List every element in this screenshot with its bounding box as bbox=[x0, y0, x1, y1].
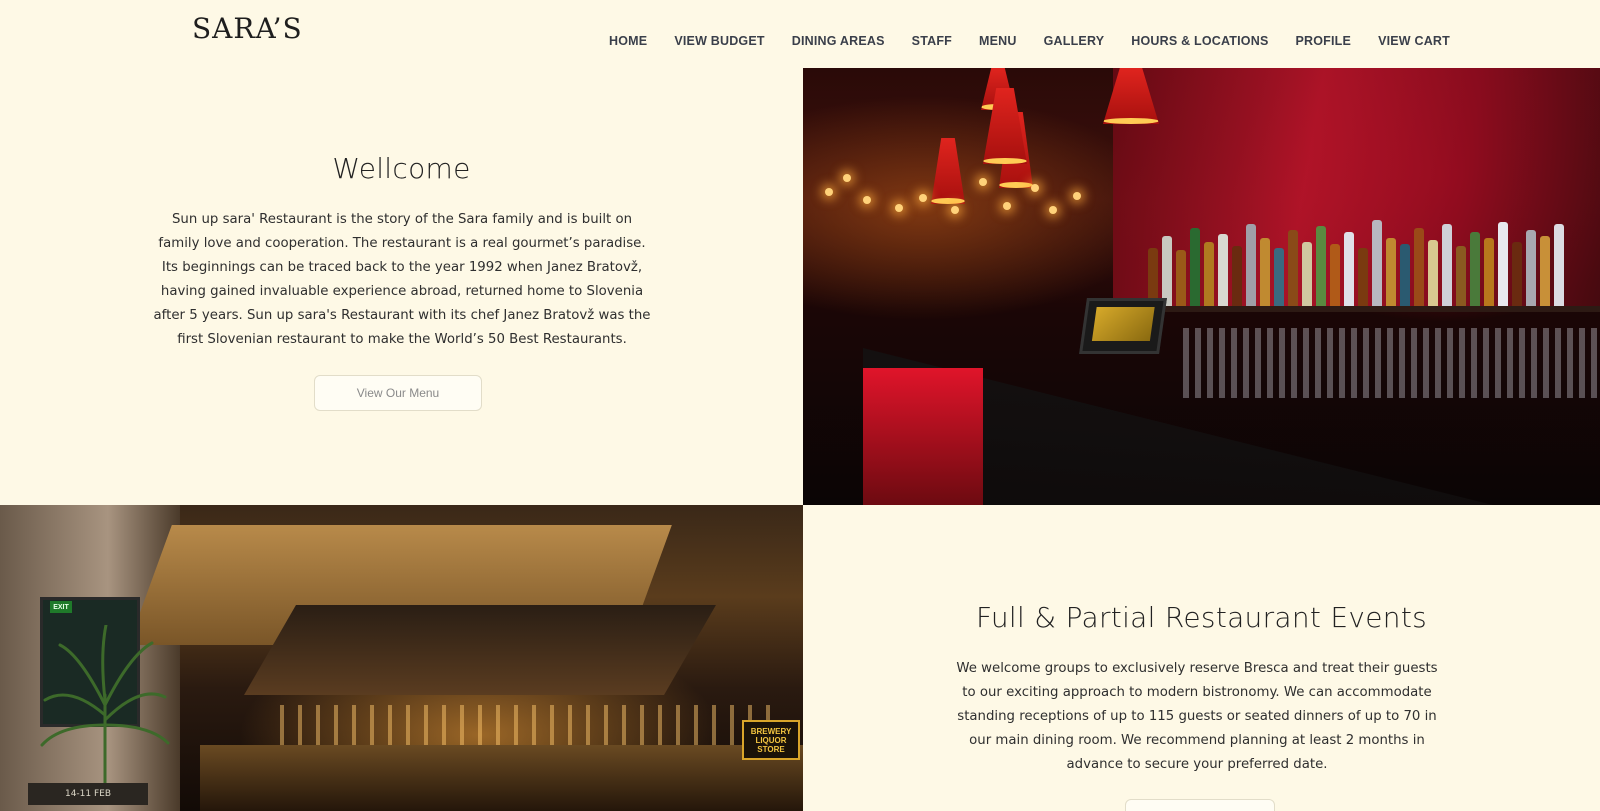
site-header: SARA’S HOME VIEW BUDGET DINING AREAS STA… bbox=[0, 0, 1600, 68]
welcome-text: Sun up sara' Restaurant is the story of … bbox=[153, 212, 651, 347]
bottle bbox=[1344, 232, 1354, 308]
bottle bbox=[1176, 250, 1186, 308]
view-menu-button[interactable]: View Our Menu bbox=[314, 375, 482, 411]
plant-icon bbox=[40, 625, 170, 785]
bottle bbox=[1526, 230, 1536, 308]
bottle-shelf bbox=[1148, 218, 1600, 308]
hanging-bulb bbox=[843, 174, 851, 182]
brewery-liquor-sign: BREWERY LIQUOR STORE bbox=[742, 720, 800, 760]
nav-menu[interactable]: MENU bbox=[979, 34, 1017, 48]
exit-sign: EXIT bbox=[50, 601, 72, 613]
events-button[interactable] bbox=[1125, 799, 1275, 811]
nav-gallery[interactable]: GALLERY bbox=[1044, 34, 1105, 48]
bottle bbox=[1190, 228, 1200, 308]
hanging-bulb bbox=[951, 206, 959, 214]
hanging-bulb bbox=[1003, 202, 1011, 210]
events-text: We welcome groups to exclusively reserve… bbox=[956, 661, 1438, 772]
bottle bbox=[1288, 230, 1298, 308]
bottle bbox=[1330, 244, 1340, 308]
hanging-bulb bbox=[979, 178, 987, 186]
pos-screen bbox=[1091, 307, 1155, 341]
bottle bbox=[1218, 234, 1228, 308]
interior-ceiling-panel bbox=[244, 605, 716, 695]
site-logo[interactable]: SARA’S bbox=[192, 12, 303, 45]
nav-profile[interactable]: PROFILE bbox=[1295, 34, 1351, 48]
chalkboard-sign: 14-11 FEB bbox=[28, 783, 148, 805]
welcome-title: Wellcome bbox=[332, 152, 471, 185]
hanging-bulb bbox=[825, 188, 833, 196]
nav-dining-areas[interactable]: DINING AREAS bbox=[792, 34, 885, 48]
bottle bbox=[1400, 244, 1410, 308]
bottle bbox=[1498, 222, 1508, 308]
interior-counter bbox=[200, 745, 803, 811]
events-title: Full & Partial Restaurant Events bbox=[976, 601, 1427, 634]
hanging-bulb bbox=[1049, 206, 1057, 214]
bottle bbox=[1358, 248, 1368, 308]
nav-home[interactable]: HOME bbox=[609, 34, 647, 48]
bottle bbox=[1540, 236, 1550, 308]
bottle bbox=[1554, 224, 1564, 308]
bottle bbox=[1274, 248, 1284, 308]
events-section: Full & Partial Restaurant Events We welc… bbox=[803, 505, 1600, 811]
bottle bbox=[1204, 242, 1214, 308]
nav-view-cart[interactable]: VIEW CART bbox=[1378, 34, 1450, 48]
bar-shelf bbox=[1143, 306, 1600, 312]
interior-photo: EXIT BREWERY LIQUOR STORE 14-11 FEB bbox=[0, 505, 803, 811]
interior-shelf-lights bbox=[280, 705, 780, 745]
hanging-bulb bbox=[1073, 192, 1081, 200]
pos-register bbox=[1079, 298, 1167, 354]
bottle bbox=[1484, 238, 1494, 308]
bar-photo bbox=[803, 68, 1600, 505]
welcome-section: Wellcome Sun up sara' Restaurant is the … bbox=[0, 68, 803, 505]
main-nav: HOME VIEW BUDGET DINING AREAS STAFF MENU… bbox=[582, 34, 1450, 48]
bottle bbox=[1316, 226, 1326, 308]
bottle bbox=[1260, 238, 1270, 308]
bottle bbox=[1232, 246, 1242, 308]
bottle bbox=[1428, 240, 1438, 308]
hanging-bulb bbox=[895, 204, 903, 212]
bottle bbox=[1512, 242, 1522, 308]
bottle bbox=[1386, 238, 1396, 308]
bottle bbox=[1442, 224, 1452, 308]
bottle bbox=[1470, 232, 1480, 308]
hanging-bulb bbox=[863, 196, 871, 204]
hanging-bulb bbox=[919, 194, 927, 202]
bottle bbox=[1302, 242, 1312, 308]
hanging-bulb bbox=[1031, 184, 1039, 192]
bar-counter-front bbox=[863, 368, 983, 505]
bottle bbox=[1456, 246, 1466, 308]
nav-hours-locations[interactable]: HOURS & LOCATIONS bbox=[1131, 34, 1268, 48]
bottle bbox=[1372, 220, 1382, 308]
bottle bbox=[1246, 224, 1256, 308]
nav-staff[interactable]: STAFF bbox=[912, 34, 952, 48]
glass-rows bbox=[1183, 328, 1600, 398]
nav-view-budget[interactable]: VIEW BUDGET bbox=[674, 34, 764, 48]
bottle bbox=[1414, 228, 1424, 308]
